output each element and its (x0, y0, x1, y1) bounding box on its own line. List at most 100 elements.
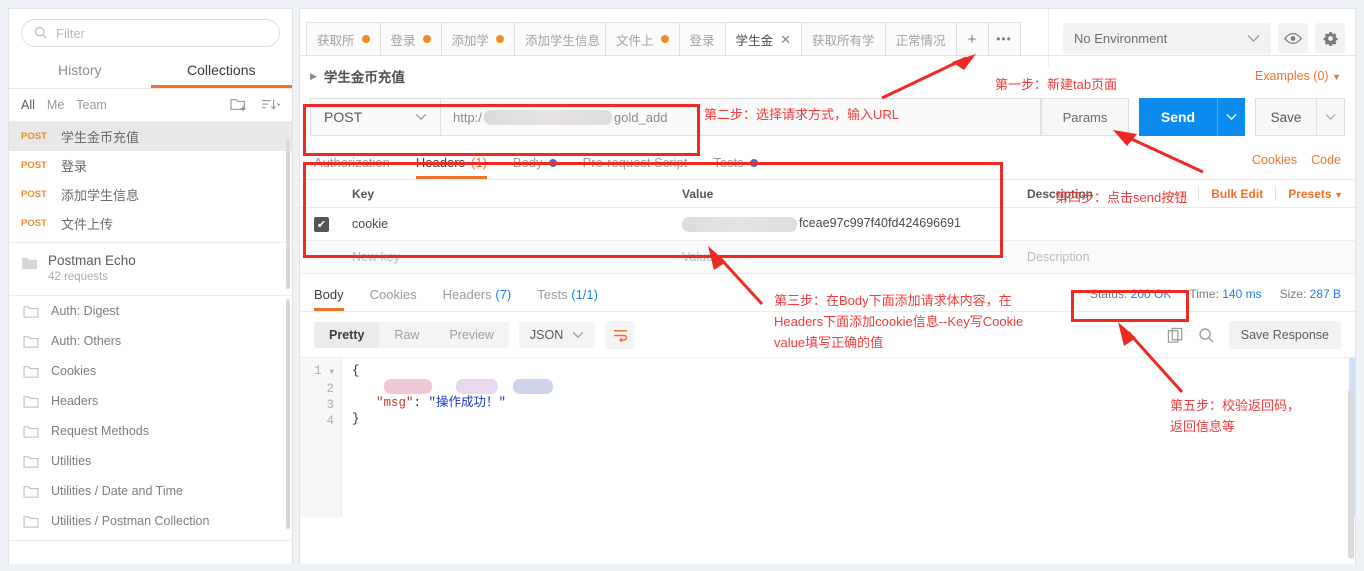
environment-quick-look-button[interactable] (1278, 23, 1308, 53)
new-tab-button[interactable]: + (955, 22, 989, 55)
format-select[interactable]: JSON (518, 322, 596, 348)
close-icon[interactable]: ✕ (780, 33, 791, 46)
view-mode-raw[interactable]: Raw (379, 322, 434, 348)
tab-pre-request-script[interactable]: Pre-request Script (583, 150, 688, 179)
request-tab-active[interactable]: 学生金 ✕ (724, 22, 802, 55)
bulk-edit-button[interactable]: Bulk Edit (1211, 187, 1263, 201)
send-options-button[interactable] (1217, 98, 1245, 136)
save-button[interactable]: Save (1255, 98, 1317, 136)
main-panel: 获取所 登录 添加学 添加学生信息 文件上 登录 学生金 ✕ 获取所有学 正常情… (299, 8, 1356, 564)
list-item[interactable]: Utilities / Postman Collection (9, 506, 292, 536)
line-number: 3 (326, 398, 334, 412)
list-item[interactable]: Utilities / Date and Time (9, 476, 292, 506)
request-tab[interactable]: 添加学 (440, 22, 516, 55)
tab-authorization[interactable]: Authorization (314, 150, 390, 179)
request-method: POST (21, 131, 47, 142)
code-content[interactable]: { "msg": "操作成功！" } (342, 358, 1349, 517)
header-key[interactable]: cookie (343, 217, 673, 231)
tab-body[interactable]: Body (513, 150, 557, 179)
tab-tests[interactable]: Tests (713, 150, 758, 179)
tab-label: 文件上 (616, 33, 654, 48)
list-item[interactable]: POST 登录 (9, 151, 292, 180)
new-description-input[interactable]: Description (1018, 250, 1355, 264)
request-tab[interactable]: 正常情况 (884, 22, 957, 55)
list-item[interactable]: POST 文件上传 (9, 209, 292, 238)
gear-icon (1323, 31, 1338, 46)
size-value: 287 B (1309, 286, 1341, 301)
tab-history[interactable]: History (9, 53, 151, 88)
send-button[interactable]: Send (1139, 98, 1217, 136)
request-method: POST (21, 160, 47, 171)
collection-title: Postman Echo (48, 253, 136, 268)
status-badge: Status: 200 OK (1090, 287, 1171, 301)
sidebar-scrollbar[interactable] (286, 139, 290, 289)
save-options-button[interactable] (1317, 98, 1345, 136)
new-value-input[interactable]: Value (673, 250, 1018, 264)
tab-response-cookies[interactable]: Cookies (370, 282, 417, 311)
list-item[interactable]: POST 学生金币充值 (9, 122, 292, 151)
list-item[interactable]: Headers (9, 386, 292, 416)
header-value[interactable]: fceae97c997f40fd424696691 (673, 216, 1018, 232)
params-button[interactable]: Params (1041, 98, 1129, 136)
list-item[interactable]: Auth: Digest (9, 296, 292, 326)
more-dots-icon: ••• (996, 32, 1012, 46)
settings-button[interactable] (1315, 23, 1345, 53)
view-mode-preview[interactable]: Preview (434, 322, 508, 348)
presets-dropdown[interactable]: Presets ▼ (1288, 187, 1343, 201)
divider (1275, 186, 1277, 201)
request-tab[interactable]: 获取所 (306, 22, 381, 55)
main-scrollbar[interactable] (1348, 389, 1354, 559)
table-row[interactable]: ✔ cookie fceae97c997f40fd424696691 (300, 208, 1355, 241)
filter-all[interactable]: All (21, 98, 35, 112)
collection-item-postman-echo[interactable]: Postman Echo 42 requests (9, 243, 292, 291)
postman-window: Filter History Collections All Me Team P… (0, 0, 1364, 571)
tab-response-body[interactable]: Body (314, 282, 344, 311)
tab-response-tests[interactable]: Tests (1/1) (537, 282, 598, 311)
table-row-new[interactable]: New key Value Description (300, 241, 1355, 274)
code-link[interactable]: Code (1311, 153, 1341, 167)
unsaved-dot-icon (422, 35, 431, 43)
view-mode-pretty[interactable]: Pretty (314, 322, 380, 348)
request-list: POST 学生金币充值 POST 登录 POST 添加学生信息 POST 文件上… (9, 122, 292, 238)
save-response-button[interactable]: Save Response (1228, 321, 1341, 349)
request-tab[interactable]: 登录 (379, 22, 442, 55)
filter-team[interactable]: Team (76, 98, 107, 112)
folder-icon (23, 395, 39, 408)
request-tab[interactable]: 获取所有学 (801, 22, 886, 55)
word-wrap-button[interactable] (605, 321, 636, 349)
search-input[interactable]: Filter (21, 19, 280, 47)
breadcrumb[interactable]: ▶ 学生金币充值 (310, 66, 405, 86)
list-item[interactable]: Request Methods (9, 416, 292, 446)
examples-dropdown[interactable]: Examples (0) ▼ (1255, 69, 1341, 83)
fold-caret-icon[interactable]: ▼ (329, 368, 334, 377)
list-item[interactable]: POST 添加学生信息 (9, 180, 292, 209)
copy-icon[interactable] (1167, 327, 1184, 344)
response-body-code[interactable]: 1 ▼ 2 3 4 { "msg": "操作成功！" } (300, 357, 1355, 517)
method-select[interactable]: POST (310, 98, 440, 136)
environment-select[interactable]: No Environment (1063, 22, 1271, 54)
new-key-input[interactable]: New key (343, 250, 673, 264)
sort-icon[interactable] (260, 97, 280, 113)
annotation-step-1: 第一步：新建tab页面 (995, 77, 1118, 92)
url-suffix: gold_add (613, 109, 668, 125)
row-checkbox[interactable]: ✔ (314, 216, 329, 232)
cookies-link[interactable]: Cookies (1252, 153, 1297, 167)
list-item[interactable]: Cookies (9, 356, 292, 386)
sidebar-scrollbar-lower[interactable] (286, 299, 290, 529)
request-tab[interactable]: 文件上 (605, 22, 680, 55)
request-tab[interactable]: 添加学生信息 (514, 22, 607, 55)
search-icon[interactable] (1198, 327, 1215, 344)
tab-overflow-button[interactable]: ••• (987, 22, 1021, 55)
list-item[interactable]: Utilities (9, 446, 292, 476)
request-tab[interactable]: 登录 (678, 22, 726, 55)
code-line-redacted (352, 379, 1349, 395)
tab-headers[interactable]: Headers (1) (416, 150, 487, 179)
tab-label: Tests (713, 155, 744, 170)
tab-collections[interactable]: Collections (151, 53, 293, 88)
tab-label: 登录 (689, 33, 715, 48)
list-item[interactable]: Auth: Others (9, 326, 292, 356)
filter-me[interactable]: Me (47, 98, 64, 112)
folder-icon (23, 335, 39, 348)
new-folder-icon[interactable] (230, 97, 248, 113)
tab-response-headers[interactable]: Headers (7) (443, 282, 512, 311)
